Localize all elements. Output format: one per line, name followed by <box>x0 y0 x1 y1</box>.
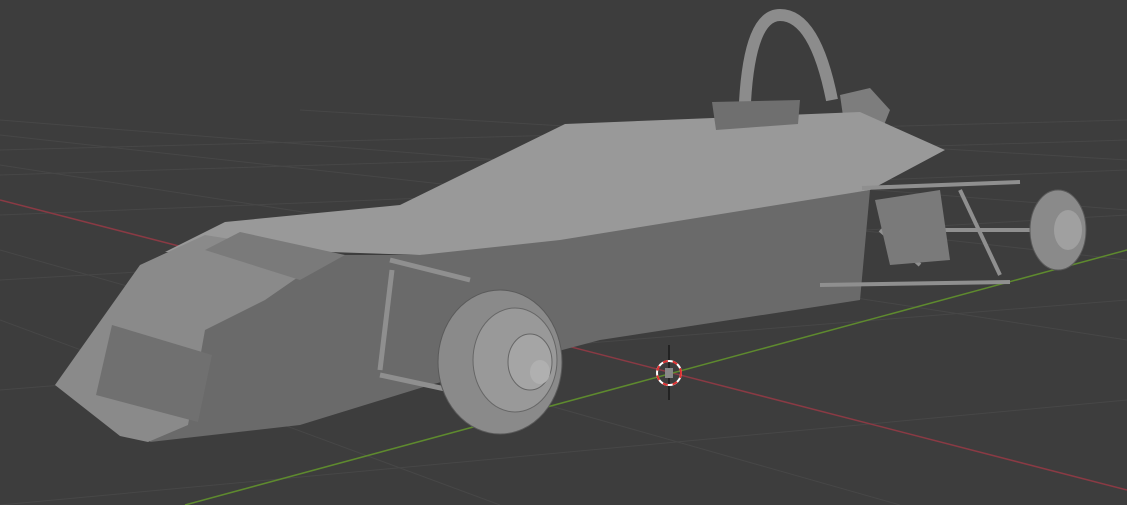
car-model[interactable] <box>55 8 1087 442</box>
front-wheel <box>437 289 563 435</box>
gearbox <box>875 190 950 265</box>
3d-cursor-icon[interactable] <box>656 345 682 400</box>
3d-viewport[interactable] <box>0 0 1127 505</box>
roll-hoop <box>739 8 838 103</box>
rear-wheel-hub <box>1029 189 1087 271</box>
